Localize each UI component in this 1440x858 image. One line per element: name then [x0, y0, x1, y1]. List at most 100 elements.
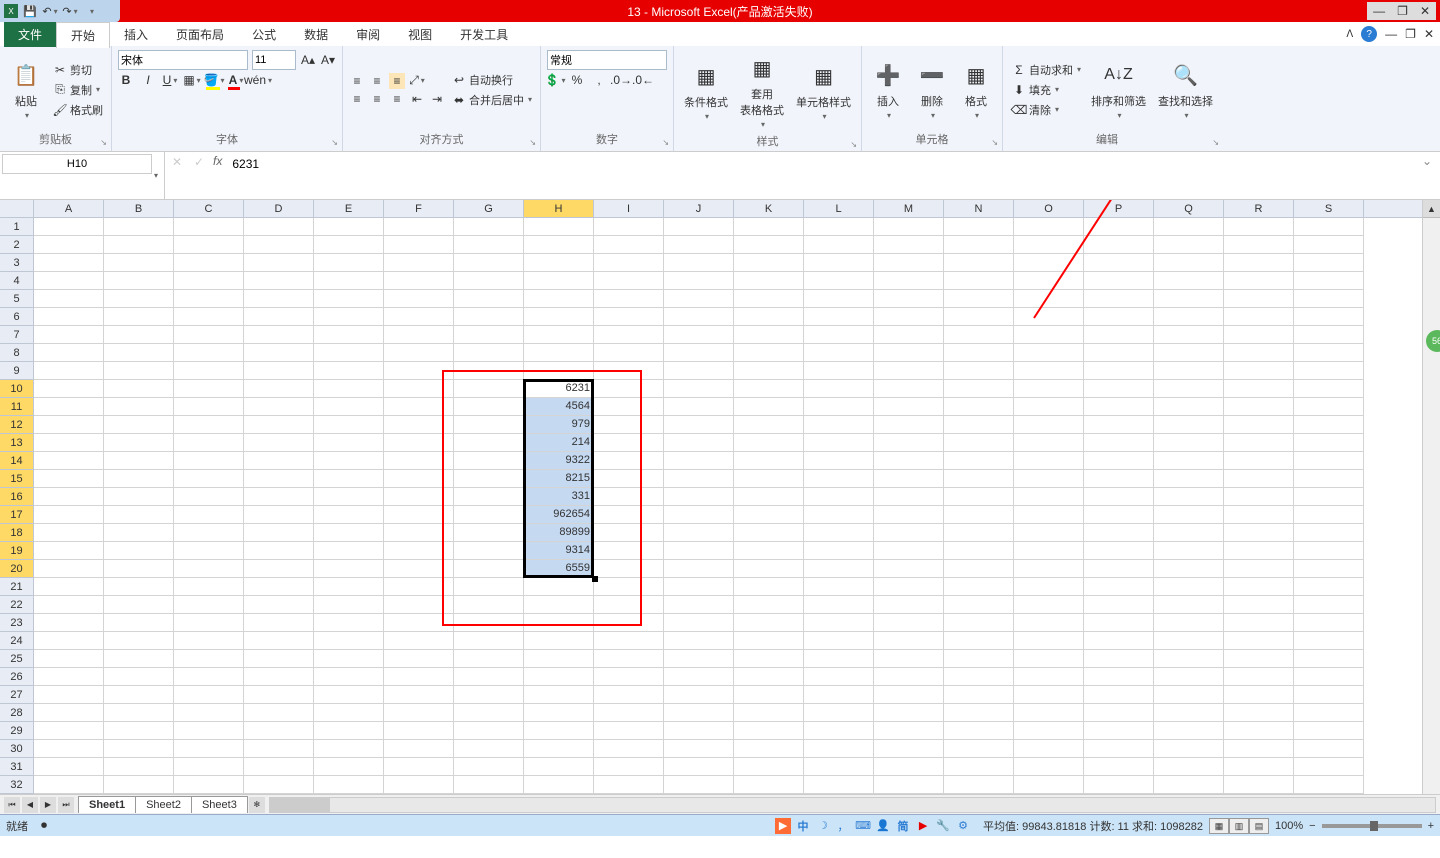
- cell-D28[interactable]: [244, 704, 314, 722]
- cell-M16[interactable]: [874, 488, 944, 506]
- cell-O27[interactable]: [1014, 686, 1084, 704]
- cell-Q3[interactable]: [1154, 254, 1224, 272]
- cell-C12[interactable]: [174, 416, 244, 434]
- cell-C1[interactable]: [174, 218, 244, 236]
- cell-A11[interactable]: [34, 398, 104, 416]
- cell-D14[interactable]: [244, 452, 314, 470]
- cell-S32[interactable]: [1294, 776, 1364, 794]
- cell-R10[interactable]: [1224, 380, 1294, 398]
- cell-D31[interactable]: [244, 758, 314, 776]
- row-header-10[interactable]: 10: [0, 380, 33, 398]
- cell-L16[interactable]: [804, 488, 874, 506]
- comma-tray-icon[interactable]: ，: [835, 818, 851, 834]
- cell-G14[interactable]: [454, 452, 524, 470]
- cell-C21[interactable]: [174, 578, 244, 596]
- cell-G25[interactable]: [454, 650, 524, 668]
- cell-I14[interactable]: [594, 452, 664, 470]
- cell-I4[interactable]: [594, 272, 664, 290]
- cell-Q2[interactable]: [1154, 236, 1224, 254]
- cell-K13[interactable]: [734, 434, 804, 452]
- cell-P18[interactable]: [1084, 524, 1154, 542]
- cell-N2[interactable]: [944, 236, 1014, 254]
- cell-R12[interactable]: [1224, 416, 1294, 434]
- cell-Q31[interactable]: [1154, 758, 1224, 776]
- cell-R8[interactable]: [1224, 344, 1294, 362]
- cell-G9[interactable]: [454, 362, 524, 380]
- cell-L20[interactable]: [804, 560, 874, 578]
- cell-H18[interactable]: 89899: [524, 524, 594, 542]
- border-button[interactable]: ▦▾: [184, 72, 200, 88]
- cell-K22[interactable]: [734, 596, 804, 614]
- cell-L26[interactable]: [804, 668, 874, 686]
- cell-B8[interactable]: [104, 344, 174, 362]
- currency-icon[interactable]: 💲▾: [547, 72, 563, 88]
- cell-R5[interactable]: [1224, 290, 1294, 308]
- cell-I32[interactable]: [594, 776, 664, 794]
- cell-F32[interactable]: [384, 776, 454, 794]
- cell-N25[interactable]: [944, 650, 1014, 668]
- cell-A18[interactable]: [34, 524, 104, 542]
- cell-G5[interactable]: [454, 290, 524, 308]
- cell-O22[interactable]: [1014, 596, 1084, 614]
- cell-I23[interactable]: [594, 614, 664, 632]
- cell-D5[interactable]: [244, 290, 314, 308]
- cell-G26[interactable]: [454, 668, 524, 686]
- cell-J32[interactable]: [664, 776, 734, 794]
- cell-E32[interactable]: [314, 776, 384, 794]
- row-header-1[interactable]: 1: [0, 218, 33, 236]
- format-cells-button[interactable]: ▦格式▾: [956, 57, 996, 122]
- cell-N21[interactable]: [944, 578, 1014, 596]
- cell-L21[interactable]: [804, 578, 874, 596]
- cell-G20[interactable]: [454, 560, 524, 578]
- cell-L17[interactable]: [804, 506, 874, 524]
- cell-P25[interactable]: [1084, 650, 1154, 668]
- cell-K6[interactable]: [734, 308, 804, 326]
- scroll-up-icon[interactable]: ▲: [1423, 200, 1440, 218]
- cell-A31[interactable]: [34, 758, 104, 776]
- cell-F10[interactable]: [384, 380, 454, 398]
- cell-P29[interactable]: [1084, 722, 1154, 740]
- cell-D16[interactable]: [244, 488, 314, 506]
- cell-R2[interactable]: [1224, 236, 1294, 254]
- cell-A7[interactable]: [34, 326, 104, 344]
- cell-L22[interactable]: [804, 596, 874, 614]
- cell-S1[interactable]: [1294, 218, 1364, 236]
- cell-F31[interactable]: [384, 758, 454, 776]
- zoom-out-button[interactable]: −: [1309, 820, 1315, 832]
- cell-O5[interactable]: [1014, 290, 1084, 308]
- cell-G28[interactable]: [454, 704, 524, 722]
- cell-F1[interactable]: [384, 218, 454, 236]
- cell-D13[interactable]: [244, 434, 314, 452]
- col-header-R[interactable]: R: [1224, 200, 1294, 217]
- cell-K20[interactable]: [734, 560, 804, 578]
- cell-Q13[interactable]: [1154, 434, 1224, 452]
- cell-J12[interactable]: [664, 416, 734, 434]
- phonetic-button[interactable]: wén▾: [250, 72, 266, 88]
- row-header-9[interactable]: 9: [0, 362, 33, 380]
- cell-I9[interactable]: [594, 362, 664, 380]
- cell-P23[interactable]: [1084, 614, 1154, 632]
- cell-K9[interactable]: [734, 362, 804, 380]
- cell-I27[interactable]: [594, 686, 664, 704]
- cell-N14[interactable]: [944, 452, 1014, 470]
- cell-F19[interactable]: [384, 542, 454, 560]
- cell-B13[interactable]: [104, 434, 174, 452]
- cell-E9[interactable]: [314, 362, 384, 380]
- row-header-18[interactable]: 18: [0, 524, 33, 542]
- tray-icon-1[interactable]: ▶: [775, 818, 791, 834]
- cell-G16[interactable]: [454, 488, 524, 506]
- cell-K11[interactable]: [734, 398, 804, 416]
- cell-I18[interactable]: [594, 524, 664, 542]
- cell-H11[interactable]: 4564: [524, 398, 594, 416]
- sort-filter-button[interactable]: A↓Z排序和筛选▾: [1087, 57, 1150, 122]
- cell-Q1[interactable]: [1154, 218, 1224, 236]
- cell-S6[interactable]: [1294, 308, 1364, 326]
- row-header-13[interactable]: 13: [0, 434, 33, 452]
- cell-A10[interactable]: [34, 380, 104, 398]
- cell-M25[interactable]: [874, 650, 944, 668]
- cell-J29[interactable]: [664, 722, 734, 740]
- cell-O6[interactable]: [1014, 308, 1084, 326]
- cell-C10[interactable]: [174, 380, 244, 398]
- cell-E12[interactable]: [314, 416, 384, 434]
- cell-S20[interactable]: [1294, 560, 1364, 578]
